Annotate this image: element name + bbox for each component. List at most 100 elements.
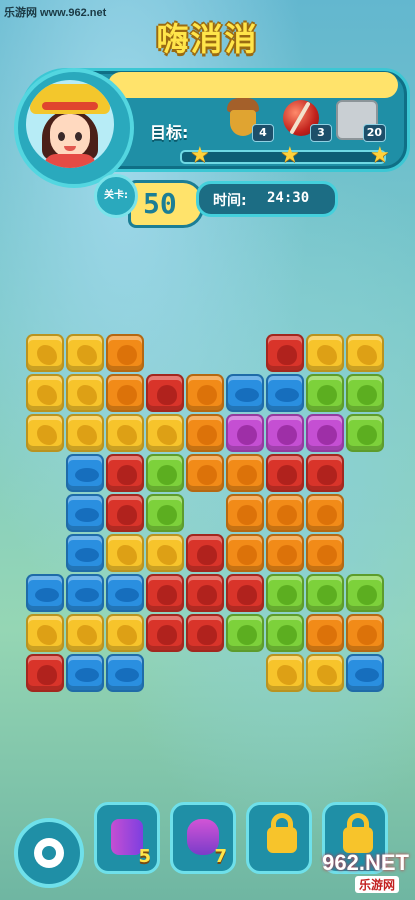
board-cell-yellow[interactable] bbox=[66, 414, 104, 452]
blue-fruit-icon bbox=[75, 508, 99, 522]
board-cell-purple[interactable] bbox=[306, 414, 344, 452]
green-fruit-icon bbox=[157, 505, 177, 525]
board-cell-green[interactable] bbox=[346, 414, 384, 452]
board-cell-purple[interactable] bbox=[226, 414, 264, 452]
yellow-fruit-icon bbox=[37, 425, 57, 445]
board-cell-yellow[interactable] bbox=[66, 614, 104, 652]
board-cell-orange[interactable] bbox=[106, 334, 144, 372]
goal-count: 4 bbox=[252, 124, 274, 142]
avatar-shirt bbox=[44, 154, 96, 168]
board-cell-orange[interactable] bbox=[306, 534, 344, 572]
purple-fruit-icon bbox=[277, 425, 297, 445]
orange-fruit-icon bbox=[277, 545, 297, 565]
board-cell-orange[interactable] bbox=[306, 614, 344, 652]
orange-fruit-icon bbox=[117, 345, 137, 365]
green-fruit-icon bbox=[357, 585, 377, 605]
board-cell-orange[interactable] bbox=[186, 454, 224, 492]
orange-fruit-icon bbox=[237, 505, 257, 525]
settings-button[interactable] bbox=[14, 818, 84, 888]
board-cell-blue[interactable] bbox=[66, 534, 104, 572]
board-cell-red[interactable] bbox=[146, 574, 184, 612]
board-cell-green[interactable] bbox=[346, 574, 384, 612]
board-cell-orange[interactable] bbox=[106, 374, 144, 412]
board-cell-green[interactable] bbox=[306, 374, 344, 412]
tool-refresh-button[interactable]: 7 bbox=[170, 802, 236, 874]
red-fruit-icon bbox=[237, 585, 257, 605]
orange-fruit-icon bbox=[117, 385, 137, 405]
board-cell-yellow[interactable] bbox=[66, 374, 104, 412]
blue-fruit-icon bbox=[235, 388, 259, 402]
board-cell-green[interactable] bbox=[346, 374, 384, 412]
board-cell-yellow[interactable] bbox=[346, 334, 384, 372]
green-fruit-icon bbox=[237, 625, 257, 645]
board-cell-red[interactable] bbox=[106, 494, 144, 532]
board-cell-yellow[interactable] bbox=[146, 534, 184, 572]
board-cell-blue[interactable] bbox=[26, 574, 64, 612]
board-cell-yellow[interactable] bbox=[26, 374, 64, 412]
tool-count: 7 bbox=[214, 846, 227, 867]
board-cell-blue[interactable] bbox=[226, 374, 264, 412]
board-cell-yellow[interactable] bbox=[26, 334, 64, 372]
board-cell-blue[interactable] bbox=[66, 454, 104, 492]
board-cell-green[interactable] bbox=[306, 574, 344, 612]
board-cell-yellow[interactable] bbox=[306, 334, 344, 372]
board-cell-purple[interactable] bbox=[266, 414, 304, 452]
green-fruit-icon bbox=[317, 585, 337, 605]
yellow-fruit-icon bbox=[117, 625, 137, 645]
board-cell-red[interactable] bbox=[186, 574, 224, 612]
board-cell-orange[interactable] bbox=[186, 374, 224, 412]
board-cell-blue[interactable] bbox=[66, 494, 104, 532]
board-cell-red[interactable] bbox=[186, 534, 224, 572]
board-cell-blue[interactable] bbox=[266, 374, 304, 412]
board-cell-orange[interactable] bbox=[346, 614, 384, 652]
board-cell-yellow[interactable] bbox=[306, 654, 344, 692]
board-cell-red[interactable] bbox=[26, 654, 64, 692]
board-cell-red[interactable] bbox=[266, 334, 304, 372]
board-cell-blue[interactable] bbox=[66, 654, 104, 692]
eye-right bbox=[75, 132, 82, 141]
blue-fruit-icon bbox=[75, 468, 99, 482]
board-cell-yellow[interactable] bbox=[106, 614, 144, 652]
board-cell-blue[interactable] bbox=[106, 654, 144, 692]
star-icon: ★ bbox=[370, 143, 390, 168]
board-cell-yellow[interactable] bbox=[66, 334, 104, 372]
board-cell-blue[interactable] bbox=[346, 654, 384, 692]
orange-fruit-icon bbox=[237, 545, 257, 565]
board-cell-green[interactable] bbox=[226, 614, 264, 652]
purple-fruit-icon bbox=[317, 425, 337, 445]
board-cell-orange[interactable] bbox=[226, 454, 264, 492]
board-cell-green[interactable] bbox=[146, 494, 184, 532]
board-cell-yellow[interactable] bbox=[266, 654, 304, 692]
board-cell-orange[interactable] bbox=[266, 534, 304, 572]
board-cell-blue[interactable] bbox=[106, 574, 144, 612]
board-cell-red[interactable] bbox=[146, 374, 184, 412]
board-cell-red[interactable] bbox=[146, 614, 184, 652]
board-cell-green[interactable] bbox=[266, 574, 304, 612]
board-cell-blue[interactable] bbox=[66, 574, 104, 612]
orange-fruit-icon bbox=[317, 625, 337, 645]
orange-fruit-icon bbox=[237, 465, 257, 485]
board-cell-red[interactable] bbox=[106, 454, 144, 492]
board-cell-red[interactable] bbox=[226, 574, 264, 612]
board-cell-green[interactable] bbox=[146, 454, 184, 492]
board-cell-orange[interactable] bbox=[226, 494, 264, 532]
tool-swap-button[interactable]: 5 bbox=[94, 802, 160, 874]
board-cell-yellow[interactable] bbox=[26, 614, 64, 652]
board-cell-yellow[interactable] bbox=[106, 534, 144, 572]
board-cell-orange[interactable] bbox=[306, 494, 344, 532]
board-cell-yellow[interactable] bbox=[106, 414, 144, 452]
game-board bbox=[24, 332, 389, 698]
red-fruit-icon bbox=[277, 465, 297, 485]
board-cell-red[interactable] bbox=[266, 454, 304, 492]
yellow-fruit-icon bbox=[157, 425, 177, 445]
board-cell-red[interactable] bbox=[306, 454, 344, 492]
board-cell-red[interactable] bbox=[186, 614, 224, 652]
board-cell-orange[interactable] bbox=[226, 534, 264, 572]
hat-band bbox=[42, 102, 98, 110]
board-cell-orange[interactable] bbox=[186, 414, 224, 452]
red-fruit-icon bbox=[197, 545, 217, 565]
board-cell-green[interactable] bbox=[266, 614, 304, 652]
board-cell-orange[interactable] bbox=[266, 494, 304, 532]
board-cell-yellow[interactable] bbox=[146, 414, 184, 452]
board-cell-yellow[interactable] bbox=[26, 414, 64, 452]
